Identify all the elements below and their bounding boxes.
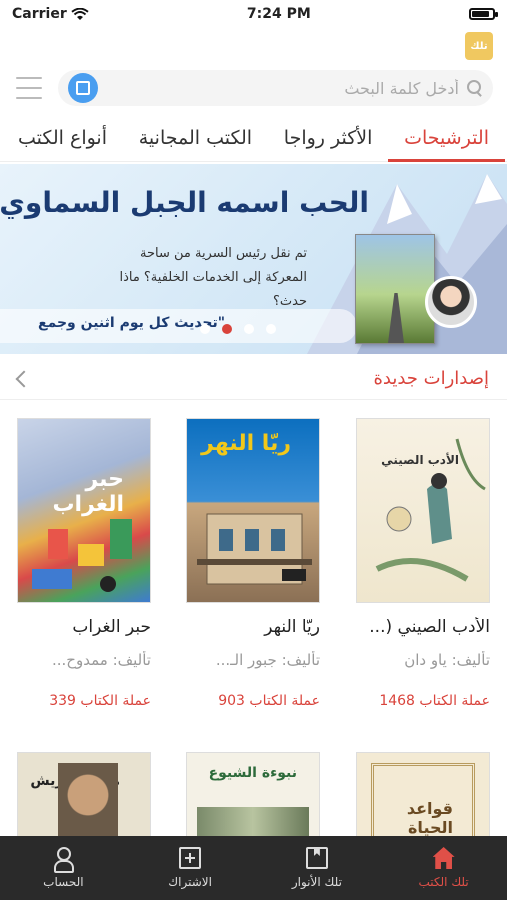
cover-illustration (32, 519, 132, 592)
carrier-label: Carrier (12, 6, 67, 22)
status-left: Carrier (12, 6, 89, 22)
battery-icon (469, 8, 498, 20)
banner-title: الحب اسمه الجبل السماوي (0, 186, 369, 219)
book-cover[interactable]: الأدب الصيني (356, 418, 490, 603)
battery-level (472, 11, 489, 17)
search-row (0, 68, 507, 108)
search-box[interactable] (58, 70, 493, 106)
tab-recommendations[interactable]: الترشيحات (388, 117, 505, 162)
wifi-icon (71, 7, 89, 20)
carousel-dot[interactable] (266, 324, 276, 334)
book-card[interactable]: الأدب الصيني الأدب الصيني (... تأليف: يا… (356, 418, 490, 709)
scan-icon[interactable] (68, 73, 98, 103)
plus-box-icon (179, 847, 202, 869)
book-price: عملة الكتاب 903 (218, 693, 320, 709)
status-time: 7:24 PM (246, 6, 311, 22)
banner-footer-text: "تحديث كل يوم اثنين وجمع (38, 315, 226, 331)
carousel-dot[interactable] (244, 324, 254, 334)
menu-icon[interactable] (16, 77, 42, 99)
banner-book-cover (355, 234, 435, 344)
search-icon (465, 79, 483, 97)
cover-illustration (197, 513, 312, 585)
user-icon (52, 847, 75, 873)
tabbar-subscription[interactable]: الاشتراك (140, 847, 240, 889)
book-cover-title: نبوءة الشيوع (208, 765, 297, 781)
section-title: إصدارات جديدة (373, 368, 489, 389)
tab-book-types[interactable]: أنواع الكتب (12, 117, 113, 159)
book-cover[interactable]: حبر الغراب (17, 418, 151, 603)
book-price: عملة الكتاب 339 (49, 693, 151, 709)
tabbar-account[interactable]: الحساب (13, 847, 113, 889)
home-icon (432, 847, 455, 869)
tab-bestsellers[interactable]: الأكثر رواجا (278, 117, 379, 159)
new-releases-header: إصدارات جديدة (0, 358, 507, 400)
tabbar-books[interactable]: تلك الكتب (394, 847, 494, 889)
chevron-left-icon[interactable] (15, 370, 33, 387)
book-cover[interactable]: ريّا النهر (186, 418, 320, 603)
book-title[interactable]: ريّا النهر (186, 617, 320, 637)
book-title[interactable]: الأدب الصيني (... (356, 617, 490, 637)
app-logo[interactable]: تلك (465, 32, 493, 60)
app-logo-text: تلك (470, 40, 488, 52)
tabbar-label: الاشتراك (168, 875, 212, 889)
category-tabs: الترشيحات الأكثر رواجا الكتب المجانية أن… (0, 114, 507, 162)
book-title[interactable]: حبر الغراب (17, 617, 151, 637)
search-input[interactable] (98, 78, 459, 98)
carousel-dots (200, 324, 276, 334)
tabbar-label: تلك الأنوار (291, 875, 342, 889)
book-cover[interactable]: ماكس فريش (17, 752, 151, 842)
author-avatar (425, 276, 477, 328)
book-cover-title: قواعد الحياة (406, 799, 453, 837)
book-card[interactable]: حبر الغراب حبر الغراب تأليف: ممدوح... عم… (17, 418, 151, 709)
book-author: تأليف: ممدوح... (51, 651, 151, 669)
tabbar-lights[interactable]: تلك الأنوار (267, 847, 367, 889)
book-card[interactable]: ريّا النهر ريّا النهر تأليف: جبور الـ...… (186, 418, 320, 709)
banner-description: تم نقل رئيس السرية من ساحة المعركة إلى ا… (119, 246, 307, 309)
book-cover[interactable]: قواعد الحياة (356, 752, 490, 842)
tab-free-books[interactable]: الكتب المجانية (133, 117, 258, 159)
tabbar-label: الحساب (43, 875, 84, 889)
promo-banner[interactable]: الحب اسمه الجبل السماوي تم نقل رئيس السر… (0, 164, 507, 354)
book-price: عملة الكتاب 1468 (379, 693, 490, 709)
book-author: تأليف: جبور الـ... (215, 651, 320, 669)
carousel-dot[interactable] (200, 324, 210, 334)
bottom-tab-bar: تلك الكتب تلك الأنوار الاشتراك الحساب (0, 836, 507, 900)
cover-illustration (375, 438, 486, 582)
carousel-dot-active[interactable] (222, 324, 232, 334)
status-bar: Carrier 7:24 PM (0, 0, 507, 28)
tabbar-label: تلك الكتب (418, 875, 469, 889)
book-author: تأليف: ياو دان (404, 651, 490, 669)
bookmark-icon (305, 847, 328, 869)
book-cover[interactable]: نبوءة الشيوع (186, 752, 320, 842)
